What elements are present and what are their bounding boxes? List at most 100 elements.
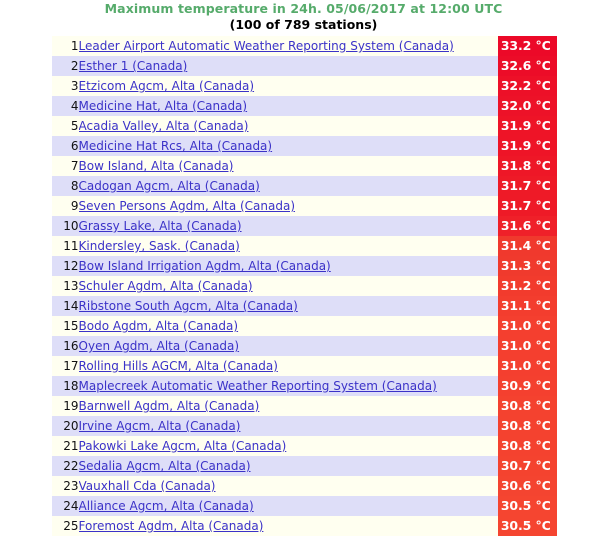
table-row[interactable]: 10 Grassy Lake, Alta (Canada) 31.6 °C [52,216,557,236]
station-link[interactable]: Oyen Agdm, Alta (Canada) [79,339,240,353]
rank-number: 25 [63,519,79,533]
rank-number: 9 [70,199,79,213]
table-row[interactable]: 2 Esther 1 (Canada) 32.6 °C [52,56,557,76]
table-row[interactable]: 11 Kindersley, Sask. (Canada) 31.4 °C [52,236,557,256]
station-cell: Medicine Hat, Alta (Canada) [79,96,498,116]
station-link[interactable]: Medicine Hat Rcs, Alta (Canada) [79,139,273,153]
station-link[interactable]: Seven Persons Agdm, Alta (Canada) [79,199,296,213]
table-row[interactable]: 5 Acadia Valley, Alta (Canada) 31.9 °C [52,116,557,136]
rank-number: 22 [63,459,79,473]
table-row[interactable]: 18 Maplecreek Automatic Weather Reporting… [52,376,557,396]
table-row[interactable]: 7 Bow Island, Alta (Canada) 31.8 °C [52,156,557,176]
table-row[interactable]: 9 Seven Persons Agdm, Alta (Canada) 31.7 °… [52,196,557,216]
station-ranking-table: 1 Leader Airport Automatic Weather Report… [52,36,557,536]
temperature-cell: 30.6 °C [497,476,557,496]
rank-number: 3 [70,79,79,93]
table-row[interactable]: 21 Pakowki Lake Agcm, Alta (Canada) 30.8 °… [52,436,557,456]
station-link[interactable]: Schuler Agdm, Alta (Canada) [79,279,253,293]
rank-number: 14 [63,299,79,313]
station-link[interactable]: Grassy Lake, Alta (Canada) [79,219,242,233]
temperature-badge: 30.7 °C [497,456,557,476]
station-cell: Oyen Agdm, Alta (Canada) [79,336,498,356]
station-link[interactable]: Bow Island, Alta (Canada) [79,159,234,173]
station-link[interactable]: Maplecreek Automatic Weather Reporting S… [79,379,437,393]
page-subtitle: (100 of 789 stations) [229,17,378,32]
temperature-cell: 33.2 °C [497,36,557,56]
temperature-cell: 31.2 °C [497,276,557,296]
table-row[interactable]: 6 Medicine Hat Rcs, Alta (Canada) 31.9 °C [52,136,557,156]
station-link[interactable]: Leader Airport Automatic Weather Reporti… [79,39,454,53]
temperature-cell: 30.9 °C [497,376,557,396]
rank-number: 19 [63,399,79,413]
rank-number: 6 [70,139,79,153]
station-link[interactable]: Kindersley, Sask. (Canada) [79,239,240,253]
station-link[interactable]: Alliance Agcm, Alta (Canada) [79,499,254,513]
temperature-badge: 33.2 °C [497,36,557,56]
table-row[interactable]: 22 Sedalia Agcm, Alta (Canada) 30.7 °C [52,456,557,476]
table-row[interactable]: 25 Foremost Agdm, Alta (Canada) 30.5 °C [52,516,557,536]
page-title: Maximum temperature in 24h. 05/06/2017 a… [104,1,503,16]
temperature-badge: 30.8 °C [497,416,557,436]
rank-number: 17 [63,359,79,373]
station-link[interactable]: Irvine Agcm, Alta (Canada) [79,419,241,433]
table-row[interactable]: 13 Schuler Agdm, Alta (Canada) 31.2 °C [52,276,557,296]
station-link[interactable]: Rolling Hills AGCM, Alta (Canada) [79,359,278,373]
station-cell: Ribstone South Agcm, Alta (Canada) [79,296,498,316]
station-link[interactable]: Bow Island Irrigation Agdm, Alta (Canada… [79,259,331,273]
rank-number: 1 [70,39,79,53]
rank-number: 10 [63,219,79,233]
table-row[interactable]: 19 Barnwell Agdm, Alta (Canada) 30.8 °C [52,396,557,416]
rank-number: 16 [63,339,79,353]
rank-number: 11 [63,239,79,253]
temperature-cell: 31.0 °C [497,336,557,356]
temperature-badge: 31.6 °C [497,216,557,236]
table-row[interactable]: 15 Bodo Agdm, Alta (Canada) 31.0 °C [52,316,557,336]
rank-number: 21 [63,439,79,453]
temperature-cell: 30.8 °C [497,396,557,416]
station-link[interactable]: Cadogan Agcm, Alta (Canada) [79,179,260,193]
table-row[interactable]: 23 Vauxhall Cda (Canada) 30.6 °C [52,476,557,496]
table-row[interactable]: 20 Irvine Agcm, Alta (Canada) 30.8 °C [52,416,557,436]
station-link[interactable]: Foremost Agdm, Alta (Canada) [79,519,264,533]
station-link[interactable]: Esther 1 (Canada) [79,59,188,73]
temperature-badge: 32.0 °C [497,96,557,116]
station-link[interactable]: Ribstone South Agcm, Alta (Canada) [79,299,298,313]
station-cell: Cadogan Agcm, Alta (Canada) [79,176,498,196]
station-ranking-body: 1 Leader Airport Automatic Weather Report… [52,36,557,536]
table-row[interactable]: 16 Oyen Agdm, Alta (Canada) 31.0 °C [52,336,557,356]
rank-number: 2 [70,59,79,73]
temperature-badge: 31.8 °C [497,156,557,176]
table-row[interactable]: 17 Rolling Hills AGCM, Alta (Canada) 31.0 … [52,356,557,376]
table-row[interactable]: 14 Ribstone South Agcm, Alta (Canada) 31.1… [52,296,557,316]
rank-number: 18 [63,379,79,393]
temperature-badge: 31.4 °C [497,236,557,256]
ranking-table-container: 1 Leader Airport Automatic Weather Report… [0,36,607,536]
temperature-cell: 31.7 °C [497,196,557,216]
temperature-badge: 30.6 °C [497,476,557,496]
station-cell: Alliance Agcm, Alta (Canada) [79,496,498,516]
temperature-badge: 30.5 °C [497,496,557,516]
station-link[interactable]: Vauxhall Cda (Canada) [79,479,216,493]
table-row[interactable]: 3 Etzicom Agcm, Alta (Canada) 32.2 °C [52,76,557,96]
station-cell: Leader Airport Automatic Weather Reporti… [79,36,498,56]
table-row[interactable]: 8 Cadogan Agcm, Alta (Canada) 31.7 °C [52,176,557,196]
rank-number: 7 [70,159,79,173]
station-link[interactable]: Sedalia Agcm, Alta (Canada) [79,459,251,473]
station-link[interactable]: Pakowki Lake Agcm, Alta (Canada) [79,439,287,453]
temperature-badge: 31.0 °C [497,316,557,336]
temperature-cell: 31.0 °C [497,316,557,336]
table-row[interactable]: 24 Alliance Agcm, Alta (Canada) 30.5 °C [52,496,557,516]
station-link[interactable]: Acadia Valley, Alta (Canada) [79,119,249,133]
station-link[interactable]: Etzicom Agcm, Alta (Canada) [79,79,255,93]
station-link[interactable]: Bodo Agdm, Alta (Canada) [79,319,239,333]
temperature-badge: 31.2 °C [497,276,557,296]
table-row[interactable]: 12 Bow Island Irrigation Agdm, Alta (Cana… [52,256,557,276]
table-row[interactable]: 4 Medicine Hat, Alta (Canada) 32.0 °C [52,96,557,116]
table-row[interactable]: 1 Leader Airport Automatic Weather Report… [52,36,557,56]
station-cell: Schuler Agdm, Alta (Canada) [79,276,498,296]
temperature-badge: 32.6 °C [497,56,557,76]
temperature-cell: 31.3 °C [497,256,557,276]
station-link[interactable]: Barnwell Agdm, Alta (Canada) [79,399,260,413]
station-link[interactable]: Medicine Hat, Alta (Canada) [79,99,248,113]
rank-number: 20 [63,419,79,433]
